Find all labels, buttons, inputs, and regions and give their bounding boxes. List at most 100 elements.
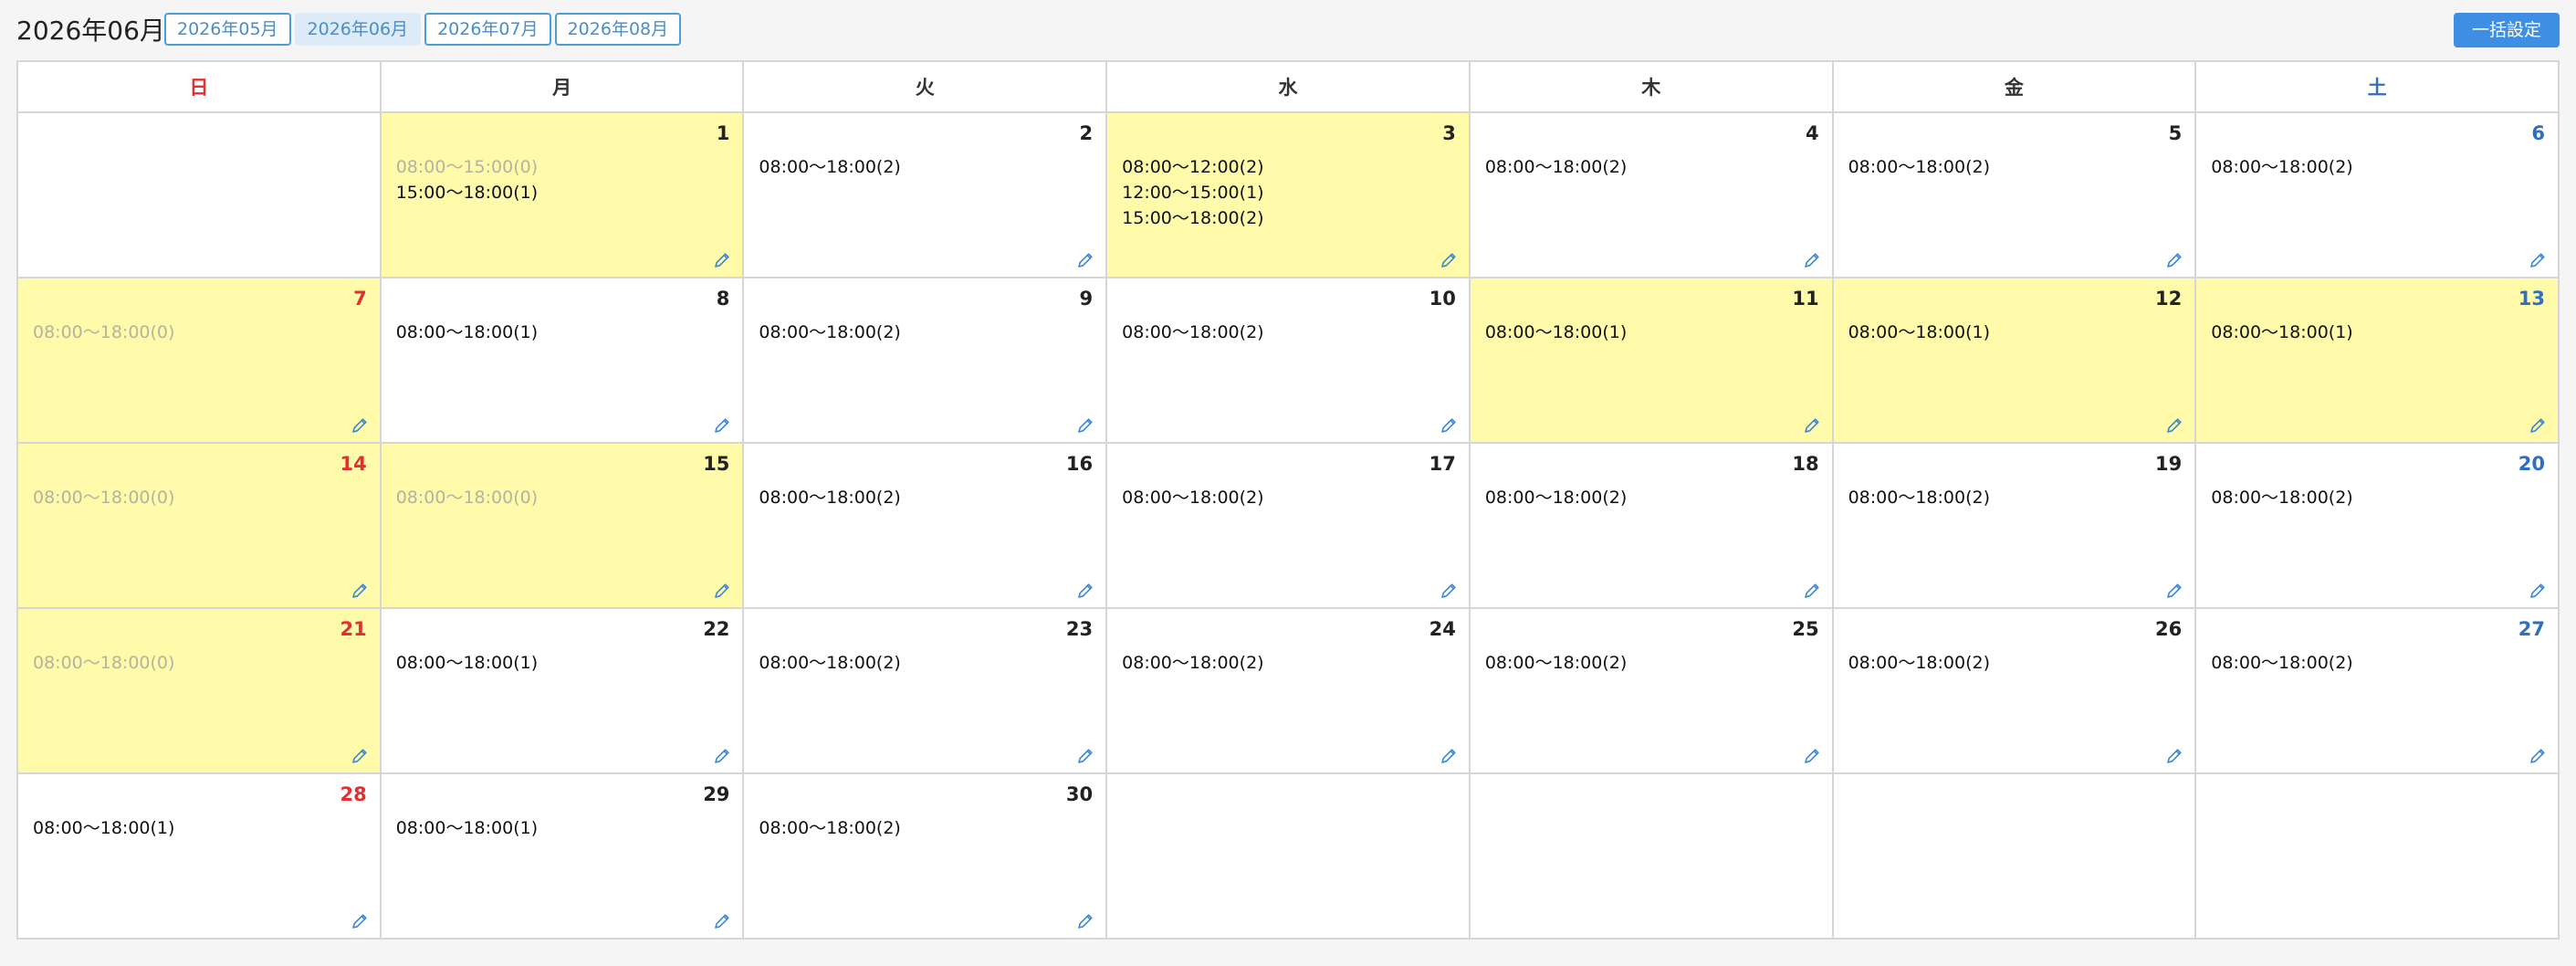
pencil-icon[interactable] bbox=[351, 912, 369, 930]
time-slot-list: 08:00〜18:00(2) bbox=[759, 154, 900, 180]
day-number: 17 bbox=[1429, 453, 1456, 475]
time-slot-list: 08:00〜18:00(2) bbox=[759, 485, 900, 510]
time-slot-list: 08:00〜18:00(2) bbox=[759, 815, 900, 841]
day-number: 24 bbox=[1429, 618, 1456, 640]
day-number: 25 bbox=[1792, 618, 1819, 640]
calendar-day-14: 14 08:00〜18:00(0) bbox=[18, 444, 382, 609]
pencil-icon[interactable] bbox=[351, 416, 369, 435]
time-slot: 08:00〜18:00(0) bbox=[33, 322, 175, 342]
month-button-2026-05[interactable]: 2026年05月 bbox=[164, 13, 291, 46]
month-button-2026-08[interactable]: 2026年08月 bbox=[554, 13, 682, 46]
time-slot: 08:00〜18:00(2) bbox=[759, 322, 901, 342]
time-slot: 08:00〜15:00(0) bbox=[395, 157, 539, 177]
calendar-day-16: 16 08:00〜18:00(2) bbox=[744, 444, 1108, 609]
weekday-header-thursday: 木 bbox=[1470, 62, 1834, 113]
pencil-icon[interactable] bbox=[713, 251, 731, 269]
calendar-cell-empty bbox=[1107, 774, 1471, 940]
time-slot: 08:00〜18:00(1) bbox=[395, 322, 539, 342]
pencil-icon[interactable] bbox=[351, 747, 369, 765]
time-slot-list: 08:00〜18:00(1) bbox=[396, 815, 538, 841]
pencil-icon[interactable] bbox=[1803, 251, 1821, 269]
calendar-day-20: 20 08:00〜18:00(2) bbox=[2196, 444, 2560, 609]
time-slot-list: 08:00〜18:00(2) bbox=[1485, 154, 1627, 180]
pencil-icon[interactable] bbox=[1440, 582, 1458, 600]
calendar-day-19: 19 08:00〜18:00(2) bbox=[1833, 444, 2197, 609]
pencil-icon[interactable] bbox=[351, 582, 369, 600]
calendar-day-27: 27 08:00〜18:00(2) bbox=[2196, 609, 2560, 774]
day-number: 4 bbox=[1805, 122, 1819, 144]
day-number: 23 bbox=[1065, 618, 1094, 640]
time-slot-list: 08:00〜18:00(2) bbox=[759, 650, 900, 676]
time-slot: 08:00〜18:00(2) bbox=[2211, 653, 2353, 673]
calendar-day-29: 29 08:00〜18:00(1) bbox=[381, 774, 745, 940]
calendar-header: 2026年06月 2026年05月 2026年06月 2026年07月 2026… bbox=[16, 13, 2560, 49]
bulk-settings-button[interactable]: 一括設定 bbox=[2453, 13, 2560, 47]
pencil-icon[interactable] bbox=[1803, 416, 1821, 435]
day-number: 14 bbox=[340, 453, 367, 475]
pencil-icon[interactable] bbox=[713, 582, 731, 600]
pencil-icon[interactable] bbox=[2529, 251, 2547, 269]
time-slot: 08:00〜18:00(1) bbox=[1484, 322, 1628, 342]
day-number: 28 bbox=[340, 783, 367, 805]
time-slot-list: 08:00〜18:00(1) bbox=[396, 650, 538, 676]
pencil-icon[interactable] bbox=[713, 416, 731, 435]
time-slot: 08:00〜18:00(1) bbox=[395, 818, 539, 838]
pencil-icon[interactable] bbox=[1076, 747, 1094, 765]
pencil-icon[interactable] bbox=[1076, 251, 1094, 269]
day-number: 18 bbox=[1792, 453, 1819, 475]
calendar-day-15: 15 08:00〜18:00(0) bbox=[381, 444, 745, 609]
pencil-icon[interactable] bbox=[2165, 251, 2183, 269]
calendar-day-6: 6 08:00〜18:00(2) bbox=[2196, 113, 2560, 278]
weekday-header-saturday: 土 bbox=[2196, 62, 2560, 113]
pencil-icon[interactable] bbox=[2529, 582, 2547, 600]
time-slot: 08:00〜18:00(2) bbox=[1484, 157, 1628, 177]
month-button-2026-07[interactable]: 2026年07月 bbox=[424, 13, 551, 46]
time-slot: 15:00〜18:00(1) bbox=[395, 183, 539, 203]
time-slot: 08:00〜18:00(2) bbox=[1122, 488, 1264, 508]
calendar-day-11: 11 08:00〜18:00(1) bbox=[1470, 278, 1834, 444]
pencil-icon[interactable] bbox=[1076, 582, 1094, 600]
pencil-icon[interactable] bbox=[2165, 582, 2183, 600]
calendar-day-13: 13 08:00〜18:00(1) bbox=[2196, 278, 2560, 444]
time-slot: 08:00〜18:00(1) bbox=[395, 653, 539, 673]
day-number: 30 bbox=[1065, 783, 1094, 805]
pencil-icon[interactable] bbox=[2165, 416, 2183, 435]
calendar-grid: 日月火水木金土 1 08:00〜15:00(0) 15:00〜18:00(1) 2 08:… bbox=[16, 60, 2560, 940]
weekday-header-monday: 月 bbox=[381, 62, 745, 113]
pencil-icon[interactable] bbox=[1076, 416, 1094, 435]
pencil-icon[interactable] bbox=[1803, 747, 1821, 765]
time-slot-list: 08:00〜18:00(2) bbox=[1122, 320, 1263, 345]
pencil-icon[interactable] bbox=[2529, 416, 2547, 435]
pencil-icon[interactable] bbox=[2529, 747, 2547, 765]
time-slot: 08:00〜18:00(2) bbox=[1484, 653, 1628, 673]
calendar-day-8: 8 08:00〜18:00(1) bbox=[381, 278, 745, 444]
time-slot: 08:00〜18:00(2) bbox=[759, 157, 901, 177]
calendar-day-10: 10 08:00〜18:00(2) bbox=[1107, 278, 1471, 444]
pencil-icon[interactable] bbox=[713, 912, 731, 930]
pencil-icon[interactable] bbox=[1440, 416, 1458, 435]
pencil-icon[interactable] bbox=[1803, 582, 1821, 600]
calendar-day-21: 21 08:00〜18:00(0) bbox=[18, 609, 382, 774]
pencil-icon[interactable] bbox=[713, 747, 731, 765]
time-slot: 08:00〜12:00(2) bbox=[1122, 157, 1264, 177]
day-number: 3 bbox=[1442, 122, 1456, 144]
day-number: 2 bbox=[1079, 122, 1094, 144]
time-slot: 08:00〜18:00(0) bbox=[395, 488, 539, 508]
day-number: 26 bbox=[2155, 618, 2183, 640]
pencil-icon[interactable] bbox=[1076, 912, 1094, 930]
day-number: 10 bbox=[1429, 288, 1456, 310]
calendar-day-23: 23 08:00〜18:00(2) bbox=[744, 609, 1108, 774]
time-slot-list: 08:00〜18:00(2) bbox=[1848, 485, 1990, 510]
calendar-day-9: 9 08:00〜18:00(2) bbox=[744, 278, 1108, 444]
pencil-icon[interactable] bbox=[1440, 747, 1458, 765]
calendar-day-4: 4 08:00〜18:00(2) bbox=[1470, 113, 1834, 278]
day-number: 13 bbox=[2518, 288, 2545, 310]
month-button-2026-06[interactable]: 2026年06月 bbox=[294, 13, 422, 46]
day-number: 22 bbox=[703, 618, 730, 640]
day-number: 27 bbox=[2518, 618, 2545, 640]
pencil-icon[interactable] bbox=[1440, 251, 1458, 269]
time-slot-list: 08:00〜18:00(2) bbox=[759, 320, 900, 345]
day-number: 11 bbox=[1792, 288, 1819, 310]
pencil-icon[interactable] bbox=[2165, 747, 2183, 765]
day-number: 21 bbox=[340, 618, 367, 640]
